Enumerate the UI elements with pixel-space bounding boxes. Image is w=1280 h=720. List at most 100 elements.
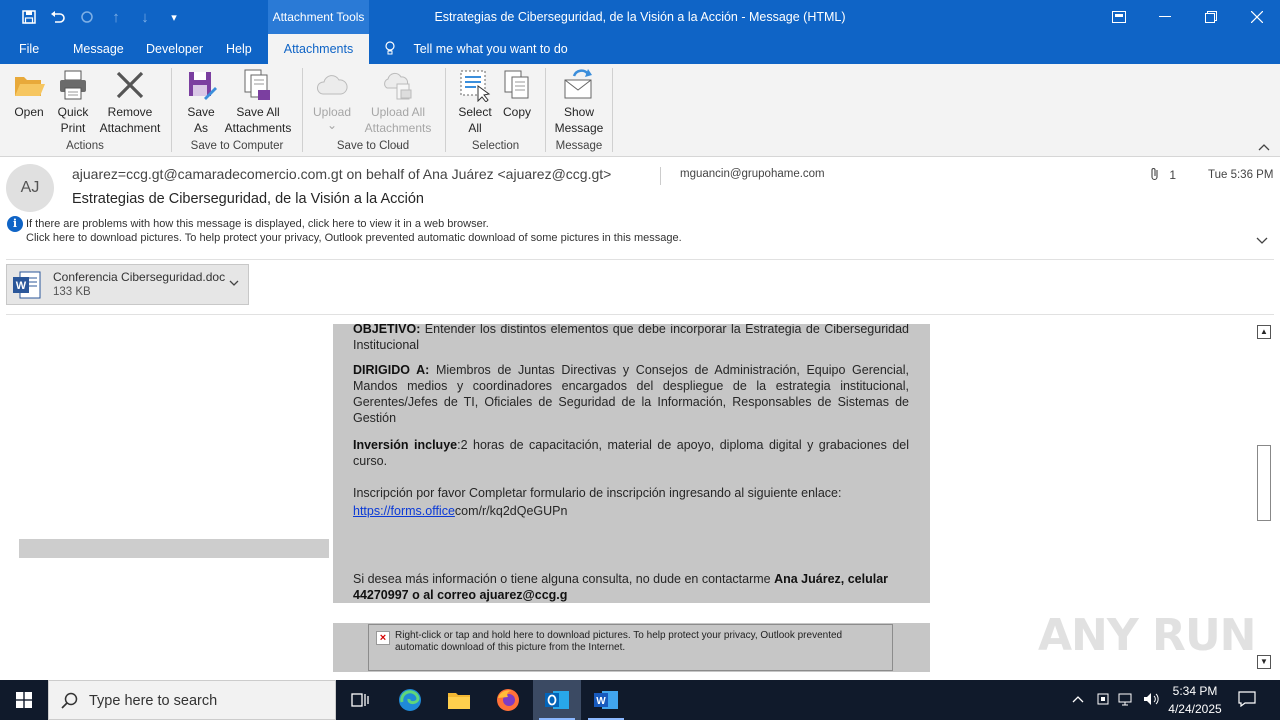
file-explorer-icon[interactable] — [435, 680, 483, 720]
title-bar: ↑ ↓ ▾ Attachment Tools Estrategias de Ci… — [0, 0, 1280, 34]
select-all-button[interactable]: Select All — [454, 68, 496, 136]
tab-attachments[interactable]: Attachments — [268, 34, 369, 64]
tell-me-search[interactable]: Tell me what you want to do — [384, 34, 568, 64]
sent-date: Tue 5:36 PM — [1208, 169, 1274, 181]
cloud-upload-all-icon — [381, 68, 415, 102]
ribbon-separator — [612, 68, 613, 152]
divider — [6, 259, 1274, 260]
blocked-picture-box[interactable]: × Right-click or tap and hold here to do… — [368, 624, 893, 671]
recipient-line[interactable]: mguancin@grupohame.com — [680, 168, 825, 180]
group-label-save-to-cloud: Save to Cloud — [336, 140, 410, 152]
select-all-icon — [458, 68, 492, 103]
attachment-size: 133 KB — [53, 286, 91, 298]
scroll-up-arrow-icon[interactable]: ▲ — [1257, 325, 1271, 339]
ribbon-separator — [545, 68, 546, 152]
divider — [6, 314, 1274, 315]
quick-print-button[interactable]: Quick Print — [52, 68, 94, 136]
attachment-chip[interactable]: W Conferencia Ciberseguridad.doc 133 KB — [6, 264, 249, 305]
attachment-tools-label: Attachment Tools — [268, 0, 369, 34]
group-label-selection: Selection — [471, 140, 520, 152]
registration-link-line: https://forms.officecom/r/kq2dQeGUPn — [353, 504, 568, 518]
lightbulb-icon — [384, 34, 402, 64]
tab-message[interactable]: Message — [73, 34, 124, 64]
notifications-icon[interactable] — [1238, 691, 1256, 710]
ribbon: Open Quick Print Remove Attachment Actio… — [0, 64, 1280, 157]
ribbon-separator — [445, 68, 446, 152]
save-icon[interactable] — [18, 6, 40, 28]
restore-icon[interactable] — [1188, 0, 1234, 34]
next-item-icon[interactable]: ↓ — [134, 6, 156, 28]
blocked-picture-text: Right-click or tap and hold here to down… — [395, 630, 843, 653]
body-spacer — [333, 603, 930, 623]
redo-icon[interactable] — [76, 6, 98, 28]
info-bar-download-pictures[interactable]: Click here to download pictures. To help… — [26, 232, 682, 244]
volume-icon[interactable] — [1142, 691, 1160, 710]
anyrun-watermark: ANY RUN — [1038, 610, 1256, 661]
ribbon-separator — [171, 68, 172, 152]
ribbon-tab-row: File Message Developer Help Attachments … — [0, 34, 1280, 64]
word-document-icon: W — [12, 270, 42, 303]
save-as-button[interactable]: Save As — [180, 68, 222, 136]
save-all-attachments-icon — [241, 68, 275, 102]
attachment-name: Conferencia Ciberseguridad.doc — [53, 270, 226, 284]
ribbon-display-options-icon[interactable] — [1096, 0, 1142, 34]
svg-text:W: W — [596, 696, 606, 707]
scrollbar-thumb[interactable] — [1257, 445, 1271, 521]
copy-icon — [500, 68, 534, 102]
message-body: OBJETIVO: Entender los distintos element… — [333, 324, 930, 603]
minimize-icon[interactable] — [1142, 0, 1188, 34]
search-placeholder: Type here to search — [89, 693, 218, 709]
close-icon[interactable] — [1234, 0, 1280, 34]
taskbar-search-box[interactable]: Type here to search — [48, 680, 336, 720]
printer-icon — [56, 68, 90, 102]
cloud-upload-icon — [315, 68, 349, 102]
avatar: AJ — [6, 164, 54, 212]
inscripcion-paragraph: Inscripción por favor Completar formular… — [353, 486, 842, 500]
registration-link[interactable]: https://forms.office — [353, 504, 455, 518]
task-view-icon[interactable] — [336, 680, 384, 720]
customize-quick-access-icon[interactable]: ▾ — [163, 6, 185, 28]
word-icon[interactable]: W — [582, 680, 630, 720]
open-button[interactable]: Open — [8, 68, 50, 120]
clock-time[interactable]: 5:34 PM — [1172, 684, 1218, 698]
envelope-arrow-icon — [562, 68, 596, 102]
previous-item-icon[interactable]: ↑ — [105, 6, 127, 28]
save-all-attachments-button[interactable]: Save All Attachments — [222, 68, 294, 136]
tab-developer[interactable]: Developer — [146, 34, 203, 64]
tab-help[interactable]: Help — [226, 34, 252, 64]
attachment-count: 1 — [1150, 167, 1176, 182]
taskbar: Type here to search W 5:34 PM 4/24/2025 — [0, 680, 1280, 720]
search-icon — [61, 692, 79, 713]
firefox-icon[interactable] — [484, 680, 532, 720]
undo-icon[interactable] — [47, 6, 69, 28]
clock-date[interactable]: 4/24/2025 — [1162, 702, 1228, 716]
collapse-ribbon-icon[interactable] — [1258, 140, 1274, 154]
scroll-down-arrow-icon[interactable]: ▼ — [1257, 655, 1271, 669]
expand-header-chevron-icon[interactable] — [1256, 232, 1268, 248]
info-icon: i — [7, 216, 23, 232]
network-device-icon[interactable] — [1096, 691, 1110, 710]
tab-file[interactable]: File — [19, 34, 39, 64]
sender-line[interactable]: ajuarez=ccg.gt@camaradecomercio.com.gt o… — [72, 166, 611, 182]
window-title: Estrategias de Ciberseguridad, de la Vis… — [434, 10, 846, 24]
remove-x-icon — [113, 68, 147, 102]
attachment-menu-chevron-icon[interactable] — [229, 276, 239, 290]
message-subject: Estrategias de Ciberseguridad, de la Vis… — [72, 191, 424, 207]
show-hidden-icons-icon[interactable] — [1072, 691, 1084, 706]
copy-button[interactable]: Copy — [497, 68, 537, 120]
network-icon[interactable] — [1118, 691, 1136, 710]
header-divider — [660, 167, 661, 185]
broken-image-icon: × — [376, 631, 390, 645]
remove-attachment-button[interactable]: Remove Attachment — [96, 68, 164, 136]
show-message-button[interactable]: Show Message — [554, 68, 604, 136]
svg-text:W: W — [16, 280, 27, 292]
edge-icon[interactable] — [386, 680, 434, 720]
paperclip-icon — [1150, 168, 1163, 182]
outlook-icon[interactable] — [533, 680, 581, 720]
info-bar-view-in-browser[interactable]: If there are problems with how this mess… — [26, 218, 489, 230]
windows-start-icon[interactable] — [0, 680, 48, 720]
blocked-image-placeholder — [19, 539, 329, 558]
upload-button[interactable]: Upload ⌄ — [310, 68, 354, 131]
ribbon-separator — [302, 68, 303, 152]
objetivo-paragraph: OBJETIVO: Entender los distintos element… — [353, 324, 909, 352]
